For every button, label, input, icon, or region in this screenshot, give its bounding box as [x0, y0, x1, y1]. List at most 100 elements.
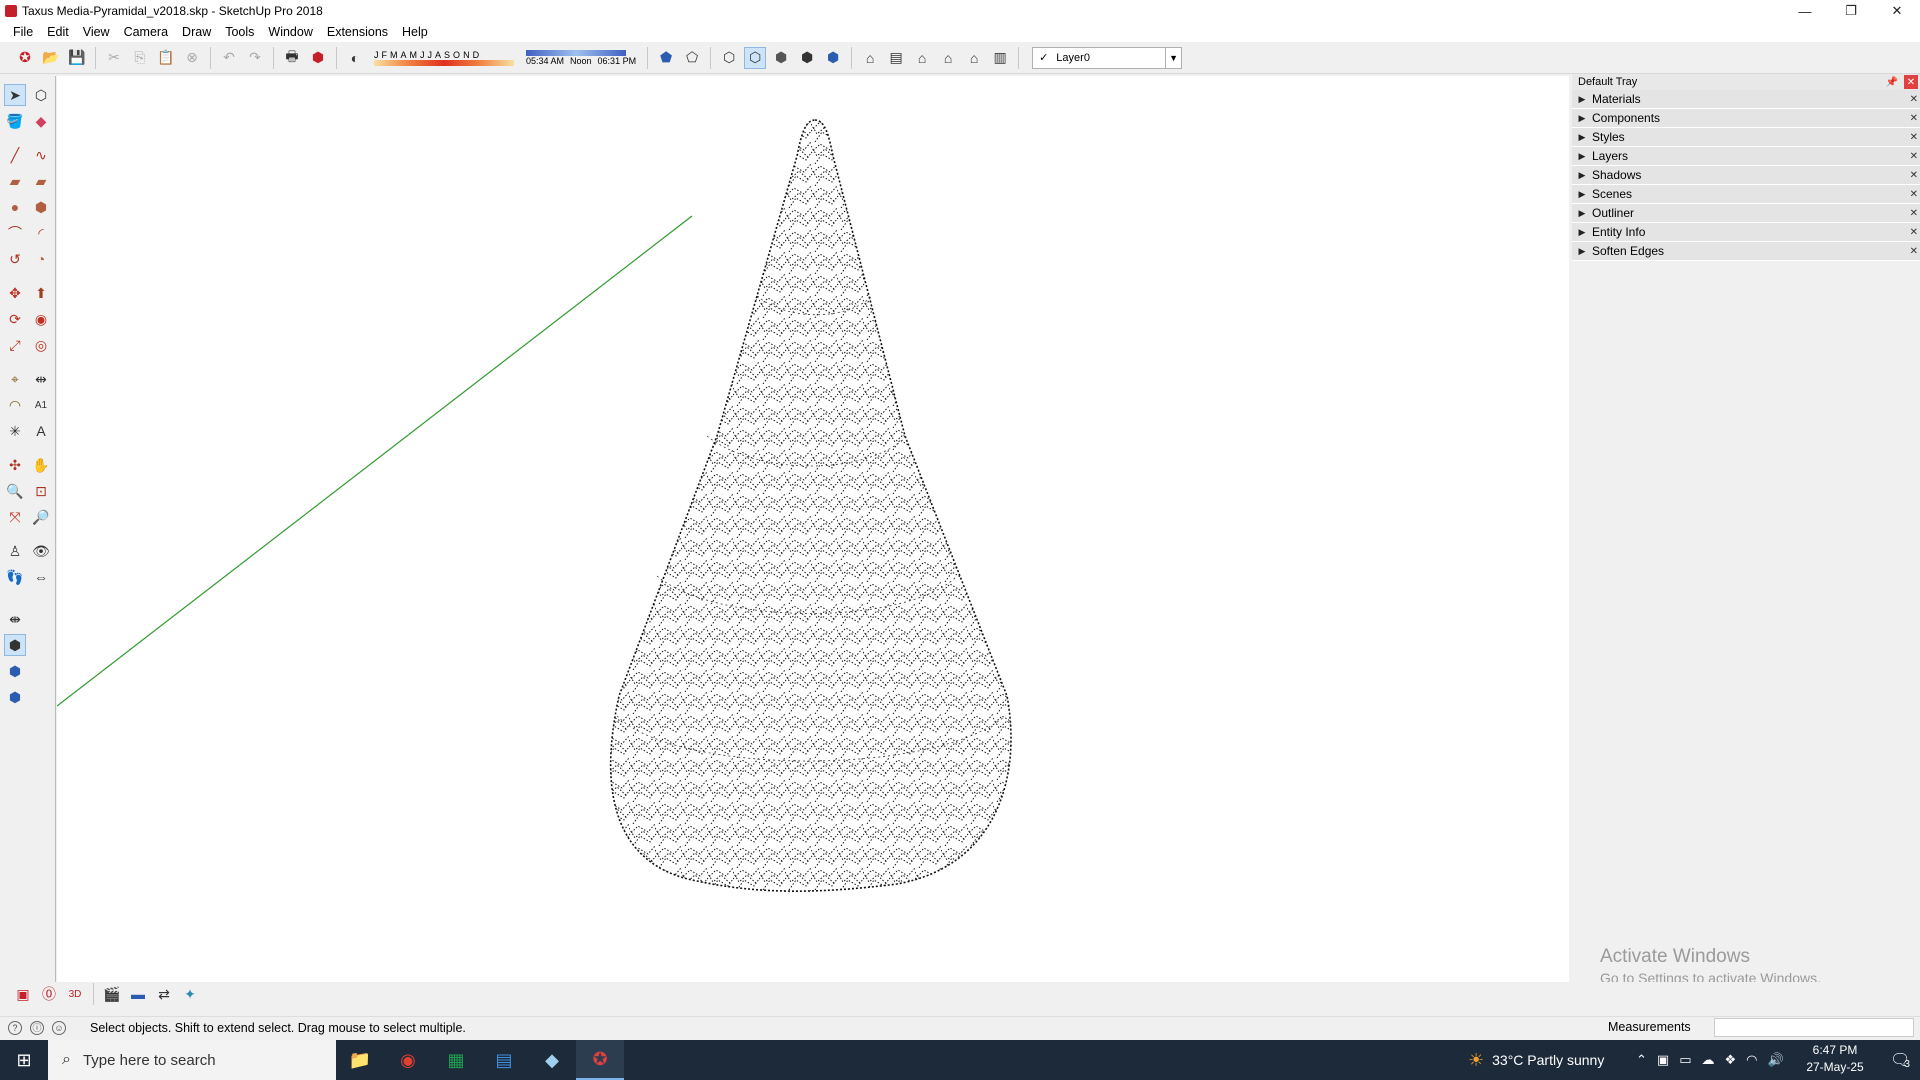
notification-icon[interactable]: 🗨 3	[1880, 1040, 1920, 1080]
calculator-icon[interactable]: ▤	[480, 1040, 528, 1080]
sandbox-icon[interactable]: ⇼	[4, 608, 26, 630]
wifi-icon[interactable]: ◠	[1746, 1052, 1757, 1068]
menu-window[interactable]: Window	[261, 25, 319, 39]
undo-icon[interactable]: ↶	[218, 47, 240, 69]
cut-icon[interactable]: ✂	[103, 47, 125, 69]
rotated-rectangle-icon[interactable]: ▰	[30, 170, 52, 192]
zoom-extents-icon[interactable]: ⤧	[4, 506, 26, 528]
maximize-button[interactable]: ❐	[1828, 0, 1874, 22]
paint-bucket-icon[interactable]: 🪣	[4, 110, 26, 132]
tray-close-icon[interactable]: ✕	[1904, 75, 1918, 89]
eraser-icon[interactable]: ◆	[30, 110, 52, 132]
menu-extensions[interactable]: Extensions	[320, 25, 395, 39]
model-info-icon[interactable]: ⬢	[307, 47, 329, 69]
3d-text-icon[interactable]: A	[30, 420, 52, 442]
3d-warehouse-icon[interactable]: 3D	[64, 983, 86, 1005]
axes-icon[interactable]: ✳	[4, 420, 26, 442]
model-canvas[interactable]	[56, 76, 1569, 982]
dimension-icon[interactable]: ⇹	[30, 368, 52, 390]
scale-icon[interactable]: ⤢	[4, 334, 26, 356]
onedrive-icon[interactable]: ☁	[1702, 1052, 1715, 1068]
taskbar-search[interactable]: ⌕ Type here to search	[48, 1040, 336, 1080]
panel-components[interactable]: ▶ Components ✕	[1572, 109, 1920, 128]
redo-icon[interactable]: ↷	[244, 47, 266, 69]
zoom-window-icon[interactable]: ⊡	[30, 480, 52, 502]
shaded-icon[interactable]: ⬢	[770, 47, 792, 69]
move-icon[interactable]: ✥	[4, 282, 26, 304]
drawing-viewport[interactable]	[56, 76, 1569, 982]
shadows-toggle-icon[interactable]: ◐	[344, 47, 366, 69]
paste-icon[interactable]: 📋	[155, 47, 177, 69]
tape-measure-icon[interactable]: ⌖	[4, 368, 26, 390]
shadow-settings[interactable]: J F M A M J J A S O N D	[374, 49, 514, 66]
menu-camera[interactable]: Camera	[117, 25, 175, 39]
panel-close-icon[interactable]: ✕	[1910, 227, 1918, 238]
volume-icon[interactable]: 🔊	[1768, 1052, 1784, 1068]
pin-icon[interactable]: 📌	[1886, 77, 1898, 88]
menu-draw[interactable]: Draw	[175, 25, 218, 39]
wireframe-icon[interactable]: ⬡	[718, 47, 740, 69]
iso-view-icon[interactable]: ⌂	[859, 47, 881, 69]
component-icon[interactable]: ⬡	[30, 84, 52, 106]
offset-icon[interactable]: ◎	[30, 334, 52, 356]
freehand-icon[interactable]: ∿	[30, 144, 52, 166]
protractor-icon[interactable]: ◠	[4, 394, 26, 416]
walk-icon[interactable]: 👣	[4, 566, 26, 588]
top-view-icon[interactable]: ▤	[885, 47, 907, 69]
back-edges-icon[interactable]: ⬠	[681, 47, 703, 69]
weather-widget[interactable]: ☀ 33°C Partly sunny	[1468, 1040, 1604, 1080]
pan-icon[interactable]: ✋	[30, 454, 52, 476]
send-to-layout-icon[interactable]: ⓪	[38, 983, 60, 1005]
zoom-icon[interactable]: 🔍	[4, 480, 26, 502]
geo-location-icon[interactable]: ?	[8, 1020, 22, 1035]
minimize-button[interactable]: —	[1782, 0, 1828, 22]
position-camera-icon[interactable]: ♙	[4, 540, 26, 562]
credits-icon[interactable]: ⓘ	[30, 1020, 44, 1035]
app-icon[interactable]: ◆	[528, 1040, 576, 1080]
xray-icon[interactable]: ⬟	[655, 47, 677, 69]
panel-close-icon[interactable]: ✕	[1910, 132, 1918, 143]
select-tool-icon[interactable]: ➤	[4, 84, 26, 106]
panel-entity-info[interactable]: ▶ Entity Info ✕	[1572, 223, 1920, 242]
arc-2pt-icon[interactable]: ◜	[30, 222, 52, 244]
panel-close-icon[interactable]: ✕	[1910, 189, 1918, 200]
section-fill-icon[interactable]: ⬢	[4, 686, 26, 708]
panel-styles[interactable]: ▶ Styles ✕	[1572, 128, 1920, 147]
user-icon[interactable]: ☺	[52, 1020, 66, 1035]
copy-icon[interactable]: ⎘	[129, 47, 151, 69]
panel-close-icon[interactable]: ✕	[1910, 208, 1918, 219]
tag-icon[interactable]: ✦	[179, 983, 201, 1005]
follow-me-icon[interactable]: ◉	[30, 308, 52, 330]
panel-scenes[interactable]: ▶ Scenes ✕	[1572, 185, 1920, 204]
rectangle-icon[interactable]: ▰	[4, 170, 26, 192]
panel-soften-edges[interactable]: ▶ Soften Edges ✕	[1572, 242, 1920, 261]
menu-view[interactable]: View	[76, 25, 117, 39]
print-icon[interactable]: 🖶	[281, 47, 303, 69]
xray-toggle-icon[interactable]: ⬢	[4, 634, 26, 656]
file-explorer-icon[interactable]: 📁	[336, 1040, 384, 1080]
section-plane-icon[interactable]: ⇔	[30, 566, 52, 588]
polygon-icon[interactable]: ⬢	[30, 196, 52, 218]
circle-icon[interactable]: ●	[4, 196, 26, 218]
menu-tools[interactable]: Tools	[218, 25, 261, 39]
previous-view-icon[interactable]: 🔎	[30, 506, 52, 528]
dropbox-icon[interactable]: ❖	[1725, 1052, 1737, 1068]
rotate-icon[interactable]: ⟳	[4, 308, 26, 330]
show-hidden-icon[interactable]: ⌃	[1636, 1052, 1647, 1068]
right-view-icon[interactable]: ⌂	[937, 47, 959, 69]
shaded-textures-icon[interactable]: ⬢	[796, 47, 818, 69]
menu-edit[interactable]: Edit	[40, 25, 76, 39]
chevron-down-icon[interactable]: ▼	[1165, 47, 1181, 68]
front-view-icon[interactable]: ⌂	[911, 47, 933, 69]
pyramidal-tree-model[interactable]	[597, 116, 1027, 906]
panel-materials[interactable]: ▶ Materials ✕	[1572, 90, 1920, 109]
panel-close-icon[interactable]: ✕	[1910, 151, 1918, 162]
time-settings[interactable]: 05:34 AM Noon 06:31 PM	[526, 49, 636, 66]
sketchup-taskbar-icon[interactable]: ✪	[576, 1040, 624, 1080]
swap-icon[interactable]: ⇄	[153, 983, 175, 1005]
export-icon[interactable]: ▬	[127, 983, 149, 1005]
back-view-icon[interactable]: ⌂	[963, 47, 985, 69]
menu-file[interactable]: File	[6, 25, 40, 39]
panel-close-icon[interactable]: ✕	[1910, 94, 1918, 105]
text-icon[interactable]: A1	[30, 394, 52, 416]
